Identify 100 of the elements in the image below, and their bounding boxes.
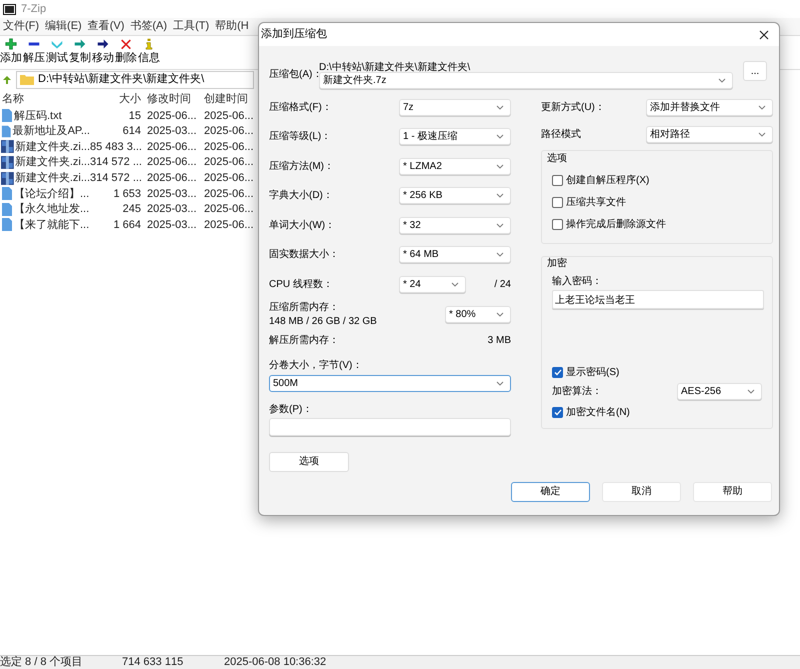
file-name[interactable]: 新建文件夹.zi...	[14, 170, 90, 186]
dropdown[interactable]: * LZMA2	[399, 158, 511, 175]
chevron-down-icon	[496, 252, 504, 258]
checkmark-icon	[554, 408, 562, 416]
address-field[interactable]: D:\中转站\新建文件夹\新建文件夹\	[16, 70, 254, 88]
toolbar-button[interactable]: 移动	[92, 38, 114, 65]
file-name[interactable]: 【来了就能下...	[14, 216, 90, 234]
dropdown[interactable]: 1 - 极速压缩	[399, 128, 511, 146]
arrow-right-icon	[97, 38, 109, 50]
chevron-down-icon	[496, 134, 504, 140]
info-icon	[143, 38, 155, 50]
toolbar-button[interactable]: 删除	[115, 38, 137, 65]
table-cell-text: 314 572 ...	[90, 170, 143, 186]
archive-icon	[1, 172, 14, 185]
checkbox-label: 显示密码(S)	[566, 366, 620, 380]
chevron-down-icon	[496, 193, 504, 198]
menu-item[interactable]: 书签(A)	[130, 18, 168, 35]
path-text: D:\中转站\新建文件夹\新建文件夹\	[319, 60, 472, 72]
table-cell-text: 2025-06...	[146, 140, 198, 155]
dropdown[interactable]: 相对路径	[646, 126, 773, 142]
table-cell-text: 2025-06...	[203, 218, 255, 233]
checkbox[interactable]	[552, 366, 563, 378]
status-text: 714 633 1	[122, 655, 171, 669]
document-icon	[1, 187, 13, 200]
menu-item[interactable]: 查看(V)	[88, 18, 124, 35]
group-title: 选项	[547, 152, 568, 165]
group-title: 加密	[547, 256, 568, 270]
dialog-button[interactable]: 帮助	[693, 482, 772, 502]
dropdown[interactable]: * 256 KB	[399, 187, 511, 204]
table-cell-text: 2025-06...	[203, 155, 255, 170]
dropdown[interactable]: 新建文件夹.7z	[319, 72, 733, 89]
file-name[interactable]: 新建文件夹.zi...	[14, 154, 90, 171]
chevron-down-icon	[496, 312, 504, 318]
table-cell-text: 2025-06...	[203, 202, 255, 218]
status-text: 选定 8 / 8 个项目	[0, 654, 84, 669]
field-label: 固实数据大小：	[269, 248, 339, 262]
checkbox-label: 创建自解压程序(X)	[566, 174, 650, 188]
options-button[interactable]: 选项	[269, 452, 349, 472]
field-label: 分卷大小，字节(V)：	[269, 358, 364, 371]
table-cell-text: 2025-06...	[146, 155, 198, 170]
dropdown[interactable]: AES-256	[677, 382, 762, 400]
folder-icon	[20, 74, 34, 85]
toolbar-button[interactable]: 信息	[138, 38, 160, 65]
menu-item[interactable]: 文件(F)	[3, 18, 40, 35]
checkbox[interactable]	[552, 218, 563, 230]
dialog-button[interactable]: 确定	[511, 482, 590, 502]
close-button[interactable]	[757, 28, 771, 42]
toolbar-button[interactable]: 解压	[23, 38, 45, 65]
dropdown[interactable]: * 24	[399, 276, 466, 294]
dropdown[interactable]: 添加并替换文件	[646, 98, 773, 116]
file-name[interactable]: 新建文件夹.zi...	[14, 138, 90, 156]
chevron-down-icon	[496, 164, 504, 169]
field-label: 压缩等级(L)：	[269, 130, 332, 144]
checkbox-label: 压缩共享文件	[566, 196, 626, 210]
file-name[interactable]: 最新地址及AP...	[12, 123, 90, 140]
dropdown[interactable]: * 80%	[445, 306, 511, 324]
dropdown[interactable]: 500M	[269, 374, 511, 392]
file-name[interactable]: 【永久地址发...	[14, 201, 90, 218]
close-icon	[759, 30, 769, 40]
field-label: 输入密码：	[552, 274, 603, 288]
file-name[interactable]: 【论坛介绍】...	[14, 186, 90, 202]
field-label: 参数(P)：	[269, 402, 314, 415]
field-label: 加密算法：	[552, 384, 602, 398]
dropdown[interactable]: * 64 MB	[399, 246, 511, 264]
value-text: 148 MB / 26 GB / 32 GB	[269, 314, 377, 329]
menu-item[interactable]: 帮助(H	[215, 18, 249, 35]
checkbox[interactable]	[552, 196, 563, 208]
toolbar-button[interactable]: 添加	[0, 38, 22, 65]
table-cell-text: 1 653	[112, 186, 142, 202]
checkbox[interactable]	[552, 174, 563, 186]
table-cell-text: 2025-06...	[146, 170, 198, 186]
column-header[interactable]: 修改时间	[144, 91, 201, 108]
toolbar-button[interactable]: 测试	[46, 38, 68, 65]
chevron-down-icon	[496, 104, 504, 110]
table-cell-text: 1 664	[112, 218, 142, 233]
chevron-down-icon	[451, 282, 459, 288]
browse-button[interactable]: ...	[743, 61, 767, 81]
dropdown[interactable]: 7z	[399, 98, 511, 116]
input-field[interactable]	[269, 418, 511, 436]
window-title: 7-Zip	[21, 2, 46, 17]
password-field[interactable]: 上老王论坛当老王	[552, 290, 764, 309]
menu-item[interactable]: 编辑(E)	[45, 18, 82, 35]
dialog-button[interactable]: 取消	[602, 482, 681, 502]
field-label: 更新方式(U)：	[541, 100, 605, 114]
column-header[interactable]: 创建时间	[201, 91, 258, 108]
table-cell-text: 2025-06...	[203, 186, 255, 202]
file-name[interactable]: 解压码.txt	[14, 108, 62, 124]
chevron-down-icon	[758, 104, 766, 110]
checkbox-label: 操作完成后删除源文件	[566, 218, 666, 232]
column-header[interactable]: 大小	[90, 91, 144, 108]
checkmark-icon	[554, 368, 562, 376]
value-text: 3 MB	[488, 334, 511, 348]
table-cell-text: 2025-06...	[146, 108, 198, 124]
dropdown[interactable]: * 32	[399, 216, 511, 234]
checkbox[interactable]	[552, 406, 563, 418]
field-label: 单词大小(W)：	[269, 218, 336, 233]
table-cell-text: 614	[122, 124, 142, 140]
column-header[interactable]: 名称	[0, 91, 90, 108]
toolbar-button[interactable]: 复制	[69, 38, 91, 65]
menu-item[interactable]: 工具(T)	[173, 18, 210, 35]
